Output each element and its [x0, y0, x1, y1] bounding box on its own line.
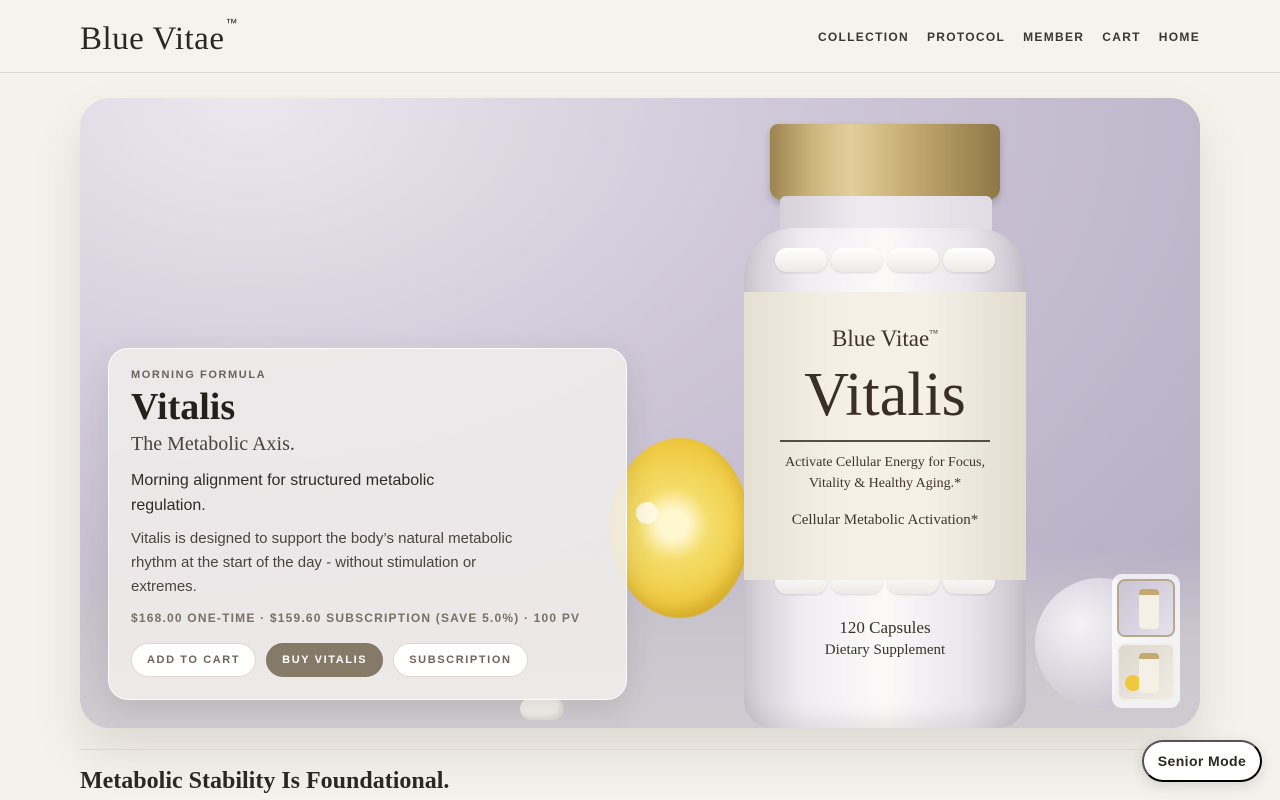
label-description: Activate Cellular Energy for Focus, Vita… [744, 452, 1026, 494]
supplement-type: Dietary Supplement [824, 642, 946, 658]
mini-bottle-icon [1139, 653, 1159, 693]
nav-member[interactable]: MEMBER [1023, 30, 1084, 44]
capsule [943, 248, 995, 272]
subscription-button[interactable]: SUBSCRIPTION [393, 643, 528, 677]
capsules-top [758, 248, 1012, 284]
product-description: Vitalis is designed to support the body’… [131, 530, 513, 595]
nav-collection[interactable]: COLLECTION [818, 30, 909, 44]
buy-now-button[interactable]: BUY VITALIS [266, 643, 384, 677]
main-nav: COLLECTION PROTOCOL MEMBER CART HOME [818, 30, 1200, 44]
hero-banner: Blue Vitae™ Vitalis Activate Cellular En… [80, 98, 1200, 728]
label-brand: Blue Vitae™ [744, 326, 1026, 352]
thumbnail-bottle[interactable] [1117, 579, 1175, 637]
brand-name: Blue Vitae [80, 21, 225, 57]
lemon-image [610, 438, 750, 618]
action-buttons: ADD TO CART BUY VITALIS SUBSCRIPTION [131, 643, 604, 677]
product-eyebrow: MORNING FORMULA [131, 369, 267, 381]
capsule [887, 248, 939, 272]
site-header: Blue Vitae™ COLLECTION PROTOCOL MEMBER C… [0, 0, 1280, 73]
nav-cart[interactable]: CART [1102, 30, 1141, 44]
section-title: Metabolic Stability Is Foundational. [80, 768, 450, 794]
loose-capsule [520, 698, 564, 720]
product-subtitle: The Metabolic Axis. [131, 433, 295, 455]
trademark-mark: ™ [225, 16, 238, 30]
label-rule [780, 440, 990, 442]
add-to-cart-button[interactable]: ADD TO CART [131, 643, 257, 677]
lemon-core [636, 502, 658, 524]
product-title: Vitalis [131, 386, 236, 428]
label-product-name: Vitalis [804, 361, 966, 429]
nav-protocol[interactable]: PROTOCOL [927, 30, 1005, 44]
senior-mode-toggle[interactable]: Senior Mode [1142, 740, 1262, 782]
bottle-cap [770, 124, 1000, 200]
capsule [831, 248, 883, 272]
bottle-label: Blue Vitae™ Vitalis Activate Cellular En… [744, 292, 1026, 580]
thumbnail-lifestyle[interactable] [1117, 643, 1175, 701]
section-divider [80, 749, 1200, 750]
label-trademark: ™ [929, 328, 939, 338]
product-info-card: MORNING FORMULA Vitalis The Metabolic Ax… [108, 348, 627, 700]
label-brand-text: Blue Vitae [831, 326, 930, 351]
label-desc-line-1: Activate Cellular Energy for Focus, [785, 455, 985, 470]
brand-logo[interactable]: Blue Vitae™ [80, 16, 238, 58]
bottle-foot-label: 120 Capsules Dietary Supplement [744, 618, 1026, 659]
image-thumbnails [1112, 574, 1180, 708]
nav-home[interactable]: HOME [1159, 30, 1200, 44]
capsule-count: 120 Capsules [839, 618, 931, 637]
capsule [775, 248, 827, 272]
label-activation: Cellular Metabolic Activation* [791, 512, 979, 528]
product-lead: Morning alignment for structured metabol… [131, 472, 435, 514]
price-line: $168.00 ONE-TIME · $159.60 SUBSCRIPTION … [131, 611, 581, 625]
mini-bottle-icon [1139, 589, 1159, 629]
label-desc-line-2: Vitality & Healthy Aging.* [808, 476, 962, 491]
